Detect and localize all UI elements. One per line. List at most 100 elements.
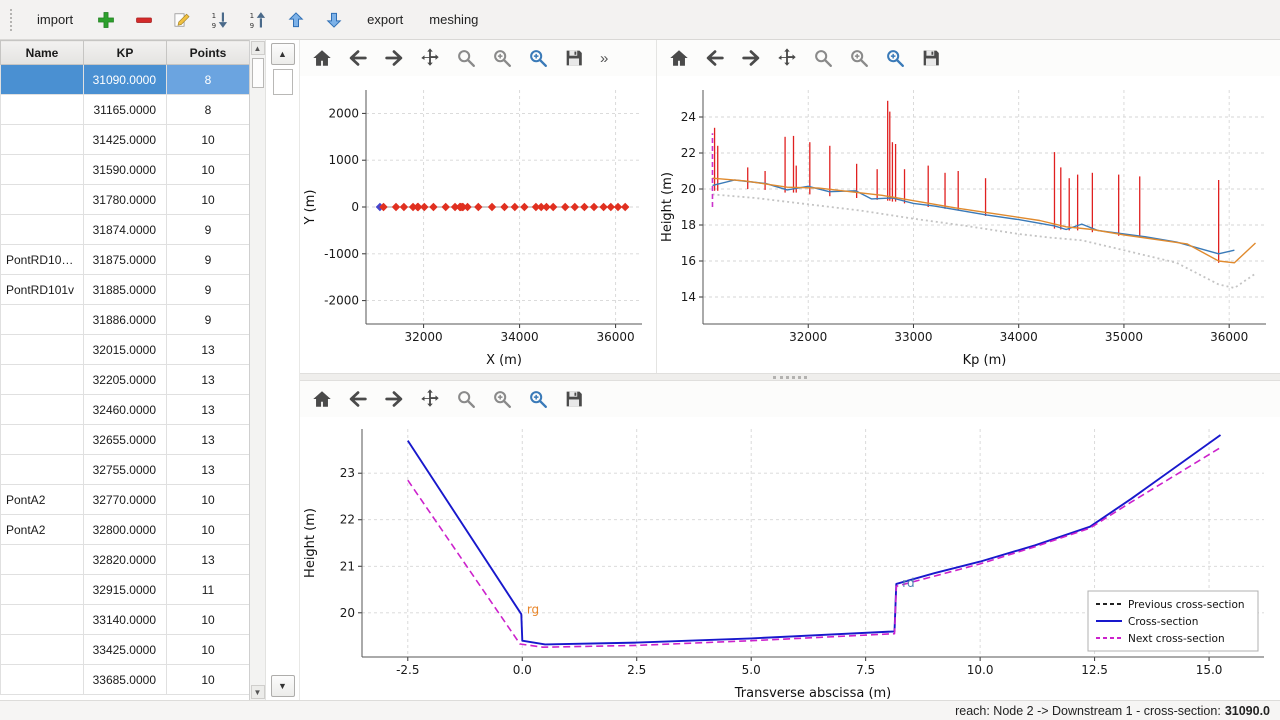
svg-text:Cross-section: Cross-section <box>1128 616 1198 628</box>
svg-text:15.0: 15.0 <box>1196 663 1223 677</box>
table-cell-points: 13 <box>167 335 250 365</box>
table-row[interactable]: 31780.000010 <box>1 185 250 215</box>
home-icon[interactable] <box>308 44 336 72</box>
save-icon[interactable] <box>917 44 945 72</box>
forward-icon[interactable] <box>380 44 408 72</box>
import-button[interactable]: import <box>31 8 79 31</box>
meshing-button[interactable]: meshing <box>423 8 484 31</box>
table-row[interactable]: 32460.000013 <box>1 395 250 425</box>
zoom-region-icon[interactable] <box>881 44 909 72</box>
nav-down-button[interactable]: ▼ <box>271 675 295 697</box>
section-nav-column: ▲ ▼ <box>266 40 300 700</box>
pan-icon[interactable] <box>416 44 444 72</box>
svg-text:Next cross-section: Next cross-section <box>1128 633 1225 645</box>
table-row[interactable]: 33140.000010 <box>1 605 250 635</box>
move-up-icon[interactable] <box>283 7 309 33</box>
svg-text:1000: 1000 <box>328 153 359 167</box>
scroll-up-icon[interactable]: ▲ <box>251 41 265 55</box>
scroll-down-icon[interactable]: ▼ <box>251 685 265 699</box>
table-scrollbar[interactable]: ▲ ▼ <box>250 40 266 700</box>
move-down-icon[interactable] <box>321 7 347 33</box>
scrollbar-thumb[interactable] <box>252 58 264 88</box>
home-icon[interactable] <box>308 385 336 413</box>
forward-icon[interactable] <box>737 44 765 72</box>
zoom-icon[interactable] <box>452 44 480 72</box>
nav-up-button[interactable]: ▲ <box>271 43 295 65</box>
pan-icon[interactable] <box>773 44 801 72</box>
table-row[interactable]: 33425.000010 <box>1 635 250 665</box>
home-icon[interactable] <box>665 44 693 72</box>
table-row[interactable]: 31165.00008 <box>1 95 250 125</box>
sort-desc-icon[interactable]: 19 <box>207 7 233 33</box>
zoom-icon[interactable] <box>452 385 480 413</box>
table-row[interactable]: 33685.000010 <box>1 665 250 695</box>
table-cell-points: 13 <box>167 365 250 395</box>
table-row[interactable]: PontRD10…31875.00009 <box>1 245 250 275</box>
edit-icon[interactable] <box>169 7 195 33</box>
table-row[interactable]: 31886.00009 <box>1 305 250 335</box>
zoom-in-icon[interactable] <box>488 385 516 413</box>
back-icon[interactable] <box>701 44 729 72</box>
export-button[interactable]: export <box>361 8 409 31</box>
table-row[interactable]: 32915.000011 <box>1 575 250 605</box>
column-header-name[interactable]: Name <box>1 41 84 65</box>
svg-text:16: 16 <box>681 254 696 268</box>
section-chart[interactable]: -2.50.02.55.07.510.012.515.020212223Tran… <box>300 417 1280 703</box>
save-icon[interactable] <box>560 44 588 72</box>
table-row[interactable]: 32015.000013 <box>1 335 250 365</box>
svg-text:-1000: -1000 <box>324 247 359 261</box>
svg-text:22: 22 <box>681 146 696 160</box>
pan-icon[interactable] <box>416 385 444 413</box>
table-row[interactable]: 31425.000010 <box>1 125 250 155</box>
svg-text:22: 22 <box>340 513 355 527</box>
svg-text:33000: 33000 <box>894 330 932 344</box>
zoom-region-icon[interactable] <box>524 385 552 413</box>
table-cell-kp: 31425.0000 <box>84 125 167 155</box>
table-row[interactable]: PontA232770.000010 <box>1 485 250 515</box>
table-cell-points: 10 <box>167 485 250 515</box>
table-cell-kp: 32800.0000 <box>84 515 167 545</box>
svg-text:36000: 36000 <box>597 330 635 344</box>
column-header-kp[interactable]: KP <box>84 41 167 65</box>
table-cell-kp: 32015.0000 <box>84 335 167 365</box>
nav-scroll-thumb[interactable] <box>273 69 293 95</box>
toolbar-icon-group: 1919 <box>93 7 347 33</box>
table-row[interactable]: 31874.00009 <box>1 215 250 245</box>
back-icon[interactable] <box>344 44 372 72</box>
table-row[interactable]: 32655.000013 <box>1 425 250 455</box>
profile-chart[interactable]: 3200033000340003500036000141618202224Kp … <box>657 76 1280 370</box>
sort-asc-icon[interactable]: 19 <box>245 7 271 33</box>
toolbar-overflow-chevron[interactable]: » <box>596 50 612 67</box>
table-cell-points: 8 <box>167 65 250 95</box>
table-row[interactable]: 32755.000013 <box>1 455 250 485</box>
svg-text:5.0: 5.0 <box>742 663 761 677</box>
table-row[interactable]: 32205.000013 <box>1 365 250 395</box>
add-icon[interactable] <box>93 7 119 33</box>
table-cell-name <box>1 575 84 605</box>
remove-icon[interactable] <box>131 7 157 33</box>
table-row[interactable]: 31090.00008 <box>1 65 250 95</box>
main-area: NameKPPoints 31090.0000831165.0000831425… <box>0 40 1280 700</box>
table-cell-name <box>1 635 84 665</box>
splitter-handle-icon[interactable] <box>773 376 807 379</box>
horizontal-splitter[interactable] <box>300 373 1280 381</box>
toolbar-drag-handle[interactable] <box>10 9 15 31</box>
table-row[interactable]: 32820.000013 <box>1 545 250 575</box>
table-cell-kp: 31780.0000 <box>84 185 167 215</box>
zoom-in-icon[interactable] <box>845 44 873 72</box>
column-header-points[interactable]: Points <box>167 41 250 65</box>
back-icon[interactable] <box>344 385 372 413</box>
plan-chart[interactable]: 320003400036000-2000-1000010002000X (m)Y… <box>300 76 656 370</box>
table-cell-name <box>1 395 84 425</box>
table-row[interactable]: 31590.000010 <box>1 155 250 185</box>
zoom-icon[interactable] <box>809 44 837 72</box>
zoom-in-icon[interactable] <box>488 44 516 72</box>
forward-icon[interactable] <box>380 385 408 413</box>
save-icon[interactable] <box>560 385 588 413</box>
table-row[interactable]: PontRD101v31885.00009 <box>1 275 250 305</box>
table-row[interactable]: PontA232800.000010 <box>1 515 250 545</box>
zoom-region-icon[interactable] <box>524 44 552 72</box>
table-cell-points: 10 <box>167 515 250 545</box>
table-cell-points: 11 <box>167 575 250 605</box>
svg-text:12.5: 12.5 <box>1081 663 1108 677</box>
